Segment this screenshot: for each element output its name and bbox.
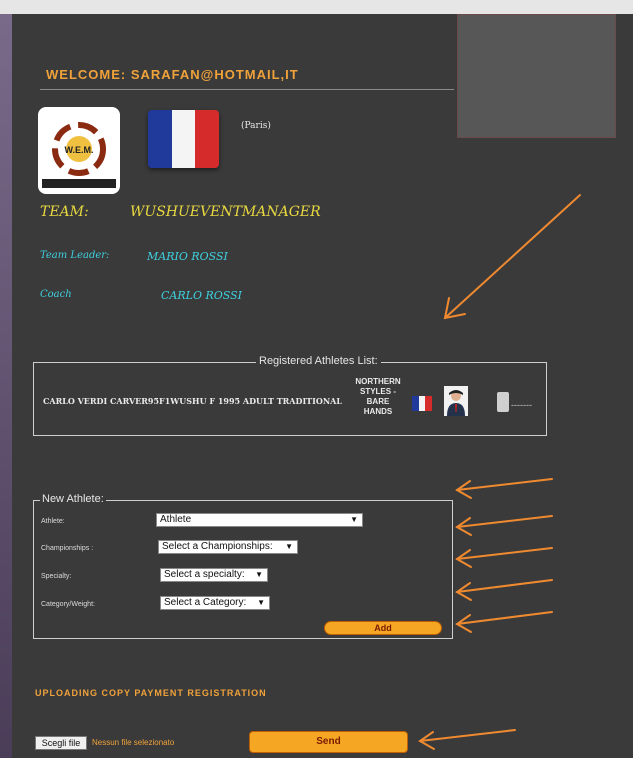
top-strip [0,0,633,14]
team-city: (Paris) [241,121,271,131]
style-line: HANDS [363,407,393,416]
trash-suffix: ------- [511,400,532,410]
trash-icon[interactable] [497,392,509,412]
team-label: TEAM: [40,204,89,220]
new-athlete-legend: New Athlete: [40,493,106,505]
new-athlete-fieldset: New Athlete: Athlete: Athlete ▼ Champion… [33,493,453,639]
left-strip [0,14,12,758]
choose-file-button[interactable]: Scegli file [35,736,87,750]
athlete-row-text: CARLO VERDI CARVER95F1WUSHU F 1995 ADULT… [43,396,342,406]
chevron-down-icon: ▼ [255,570,263,579]
profile-photo-box [457,14,616,138]
category-label: Category/Weight: [41,601,95,608]
category-select[interactable]: Select a Category: ▼ [160,596,270,610]
coach-name: CARLO ROSSI [161,289,242,302]
championships-label: Championships : [41,545,94,552]
team-leader-name: MARIO ROSSI [147,250,228,263]
specialty-select[interactable]: Select a specialty: ▼ [160,568,268,582]
welcome-text: WELCOME: SARAFAN@HOTMAIL,IT [46,67,299,82]
chevron-down-icon: ▼ [257,598,265,607]
category-select-value: Select a Category: [164,597,247,608]
athlete-select-value: Athlete [160,514,192,525]
team-leader-label: Team Leader: [40,250,110,261]
championships-select[interactable]: Select a Championships: ▼ [158,540,298,554]
coach-label: Coach [40,289,72,300]
athlete-select[interactable]: Athlete ▼ [156,513,363,527]
send-button[interactable]: Send [249,731,408,753]
team-name: WUSHUEVENTMANAGER [130,204,321,220]
add-button[interactable]: Add [324,621,442,635]
athlete-label: Athlete: [41,518,65,525]
registered-athletes-legend: Registered Athletes List: [256,355,381,367]
person-icon[interactable] [444,386,468,416]
style-line: BARE [366,397,390,406]
logo-text: W.E.M. [65,145,94,155]
chevron-down-icon: ▼ [285,542,293,551]
upload-title: UPLOADING COPY PAYMENT REGISTRATION [35,688,267,698]
file-status: Nessun file selezionato [92,738,175,747]
specialty-label: Specialty: [41,573,72,580]
style-line: NORTHERN [355,377,401,386]
specialty-select-value: Select a specialty: [164,569,245,580]
athlete-flag-icon [412,396,433,411]
championships-select-value: Select a Championships: [162,541,273,552]
registered-athletes-fieldset: Registered Athletes List: CARLO VERDI CA… [33,355,547,436]
style-line: STYLES - [359,387,396,396]
athlete-style: NORTHERN STYLES - BARE HANDS [352,377,404,417]
welcome-divider [40,89,454,90]
chevron-down-icon: ▼ [350,515,358,524]
team-logo-icon: W.E.M. [38,107,120,194]
france-flag-icon [148,110,219,168]
